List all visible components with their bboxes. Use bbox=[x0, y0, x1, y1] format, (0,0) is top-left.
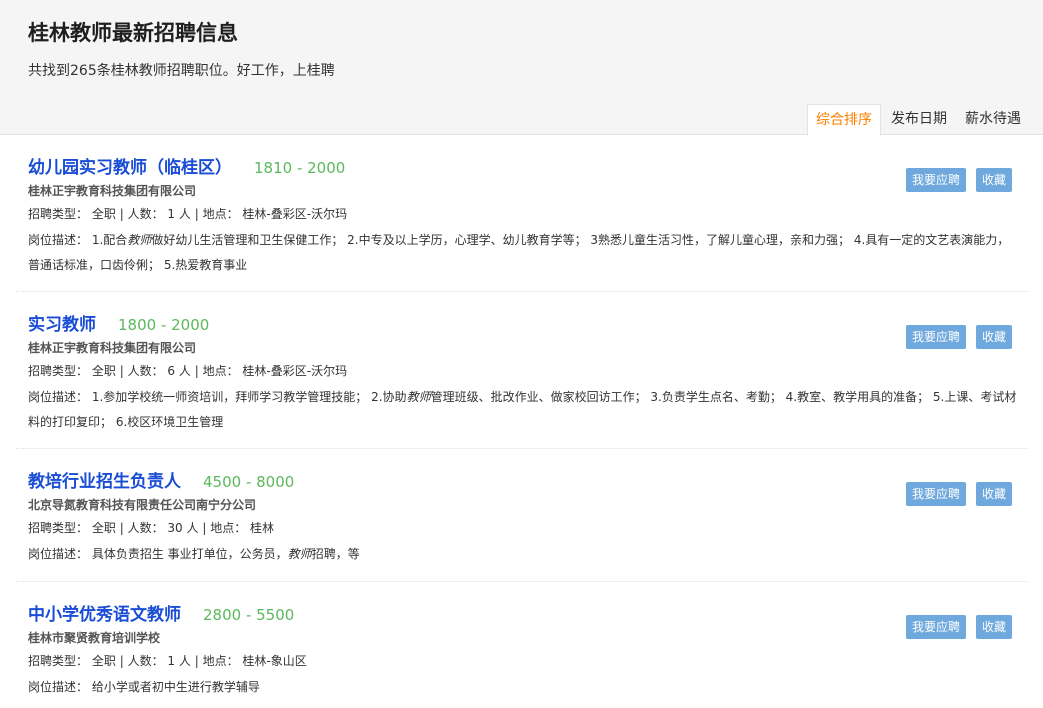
type-label: 招聘类型： bbox=[28, 654, 89, 668]
count-label: 人数： bbox=[127, 521, 164, 535]
job-head: 教培行业招生负责人 4500 - 8000 bbox=[28, 467, 1028, 492]
job-title-link[interactable]: 中小学优秀语文教师 bbox=[28, 600, 181, 625]
location-label: 地点： bbox=[202, 654, 239, 668]
save-button[interactable]: 收藏 bbox=[975, 482, 1012, 506]
separator: | bbox=[194, 207, 199, 221]
job-location: 桂林-象山区 bbox=[242, 654, 307, 668]
desc-keyword: 教师 bbox=[406, 390, 431, 404]
apply-button[interactable]: 我要应聘 bbox=[905, 482, 966, 506]
job-actions: 我要应聘 收藏 bbox=[896, 325, 1012, 349]
desc-label: 岗位描述： bbox=[28, 680, 89, 694]
job-item: 教培行业招生负责人 4500 - 8000 北京导氮教育科技有限责任公司南宁分公… bbox=[16, 449, 1028, 582]
location-label: 地点： bbox=[210, 521, 247, 535]
apply-button[interactable]: 我要应聘 bbox=[905, 168, 966, 192]
separator: | bbox=[119, 654, 124, 668]
separator: | bbox=[119, 207, 124, 221]
type-label: 招聘类型： bbox=[28, 521, 89, 535]
company-name: 桂林市聚贤教育培训学校 bbox=[28, 631, 161, 645]
job-item: 实习教师 1800 - 2000 桂林正宇教育科技集团有限公司 招聘类型： 全职… bbox=[16, 292, 1028, 449]
location-label: 地点： bbox=[202, 207, 239, 221]
desc-label: 岗位描述： bbox=[28, 390, 89, 404]
separator: | bbox=[119, 521, 124, 535]
job-description: 岗位描述： 1.参加学校统一师资培训，拜师学习教学管理技能； 2.协助教师管理班… bbox=[28, 385, 1018, 435]
desc-label: 岗位描述： bbox=[28, 547, 89, 561]
job-type: 全职 bbox=[91, 364, 116, 378]
job-meta: 招聘类型： 全职 | 人数： 1 人 | 地点： 桂林-叠彩区-沃尔玛 bbox=[28, 205, 1028, 222]
tab-salary[interactable]: 薪水待遇 bbox=[957, 104, 1029, 135]
job-count: 30 人 bbox=[167, 521, 199, 535]
job-head: 幼儿园实习教师（临桂区） 1810 - 2000 bbox=[28, 153, 1028, 178]
tab-publish-date[interactable]: 发布日期 bbox=[883, 104, 955, 135]
job-title-link[interactable]: 实习教师 bbox=[28, 310, 96, 335]
job-count: 6 人 bbox=[167, 364, 191, 378]
job-location: 桂林-叠彩区-沃尔玛 bbox=[242, 364, 348, 378]
separator: | bbox=[202, 521, 207, 535]
job-title-link[interactable]: 教培行业招生负责人 bbox=[28, 467, 181, 492]
job-salary: 4500 - 8000 bbox=[203, 473, 295, 491]
job-meta: 招聘类型： 全职 | 人数： 6 人 | 地点： 桂林-叠彩区-沃尔玛 bbox=[28, 362, 1028, 379]
desc-text: 给小学或者初中生进行教学辅导 bbox=[91, 680, 260, 694]
desc-text: 做好幼儿生活管理和卫生保健工作； 2.中专及以上学历，心理学、幼儿教育学等； 3… bbox=[28, 233, 1010, 272]
count-label: 人数： bbox=[127, 364, 164, 378]
save-button[interactable]: 收藏 bbox=[975, 325, 1012, 349]
job-type: 全职 bbox=[91, 654, 116, 668]
job-description: 岗位描述： 1.配合教师做好幼儿生活管理和卫生保健工作； 2.中专及以上学历，心… bbox=[28, 228, 1018, 278]
company-name: 北京导氮教育科技有限责任公司南宁分公司 bbox=[28, 498, 257, 512]
type-label: 招聘类型： bbox=[28, 207, 89, 221]
job-location: 桂林 bbox=[250, 521, 275, 535]
separator: | bbox=[194, 364, 199, 378]
job-salary: 1810 - 2000 bbox=[254, 159, 346, 177]
save-button[interactable]: 收藏 bbox=[975, 615, 1012, 639]
apply-button[interactable]: 我要应聘 bbox=[905, 325, 966, 349]
desc-keyword: 教师 bbox=[287, 547, 312, 561]
job-meta: 招聘类型： 全职 | 人数： 30 人 | 地点： 桂林 bbox=[28, 519, 1028, 536]
job-list: 幼儿园实习教师（临桂区） 1810 - 2000 桂林正宇教育科技集团有限公司 … bbox=[0, 135, 1043, 708]
sort-tabs: 综合排序 发布日期 薪水待遇 bbox=[805, 104, 1029, 136]
location-label: 地点： bbox=[202, 364, 239, 378]
desc-text: 招聘，等 bbox=[311, 547, 360, 561]
page-header: 桂林教师最新招聘信息 共找到265条桂林教师招聘职位。好工作，上桂聘 综合排序 … bbox=[0, 0, 1043, 136]
page-subtitle: 共找到265条桂林教师招聘职位。好工作，上桂聘 bbox=[28, 63, 335, 79]
desc-label: 岗位描述： bbox=[28, 233, 89, 247]
job-description: 岗位描述： 具体负责招生 事业打单位，公务员，教师招聘，等 bbox=[28, 542, 1018, 567]
job-item: 中小学优秀语文教师 2800 - 5500 桂林市聚贤教育培训学校 招聘类型： … bbox=[16, 582, 1028, 708]
job-actions: 我要应聘 收藏 bbox=[896, 482, 1012, 506]
job-type: 全职 bbox=[91, 207, 116, 221]
job-type: 全职 bbox=[91, 521, 116, 535]
job-meta: 招聘类型： 全职 | 人数： 1 人 | 地点： 桂林-象山区 bbox=[28, 652, 1028, 669]
desc-text: 1.配合 bbox=[91, 233, 128, 247]
job-title-link[interactable]: 幼儿园实习教师（临桂区） bbox=[28, 153, 232, 178]
job-count: 1 人 bbox=[167, 207, 191, 221]
separator: | bbox=[119, 364, 124, 378]
save-button[interactable]: 收藏 bbox=[975, 168, 1012, 192]
apply-button[interactable]: 我要应聘 bbox=[905, 615, 966, 639]
company-name: 桂林正宇教育科技集团有限公司 bbox=[28, 184, 197, 198]
company-name: 桂林正宇教育科技集团有限公司 bbox=[28, 341, 197, 355]
separator: | bbox=[194, 654, 199, 668]
job-location: 桂林-叠彩区-沃尔玛 bbox=[242, 207, 348, 221]
count-label: 人数： bbox=[127, 207, 164, 221]
job-description: 岗位描述： 给小学或者初中生进行教学辅导 bbox=[28, 675, 1018, 700]
tab-comprehensive-sort[interactable]: 综合排序 bbox=[807, 104, 881, 136]
desc-text: 1.参加学校统一师资培训，拜师学习教学管理技能； 2.协助 bbox=[91, 390, 407, 404]
job-actions: 我要应聘 收藏 bbox=[896, 615, 1012, 639]
job-head: 中小学优秀语文教师 2800 - 5500 bbox=[28, 600, 1028, 625]
job-count: 1 人 bbox=[167, 654, 191, 668]
count-label: 人数： bbox=[127, 654, 164, 668]
type-label: 招聘类型： bbox=[28, 364, 89, 378]
job-salary: 1800 - 2000 bbox=[118, 316, 210, 334]
page-title: 桂林教师最新招聘信息 bbox=[28, 21, 238, 45]
job-actions: 我要应聘 收藏 bbox=[896, 168, 1012, 192]
job-salary: 2800 - 5500 bbox=[203, 606, 295, 624]
desc-keyword: 教师 bbox=[127, 233, 152, 247]
job-head: 实习教师 1800 - 2000 bbox=[28, 310, 1028, 335]
job-item: 幼儿园实习教师（临桂区） 1810 - 2000 桂林正宇教育科技集团有限公司 … bbox=[16, 135, 1028, 292]
desc-text: 具体负责招生 事业打单位，公务员， bbox=[91, 547, 288, 561]
